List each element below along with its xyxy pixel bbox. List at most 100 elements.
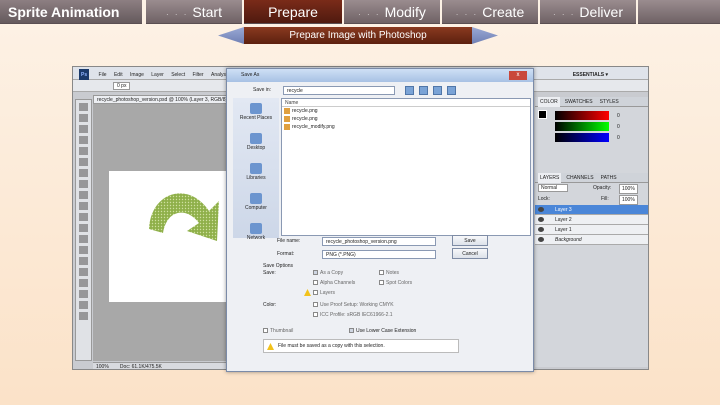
document-canvas[interactable]: [109, 171, 233, 302]
place-desktop[interactable]: Desktop: [233, 131, 279, 158]
spot-colors-checkbox[interactable]: Spot Colors: [379, 279, 412, 287]
color-panel-tabs: COLOR SWATCHES STYLES: [535, 97, 648, 107]
proof-setup-checkbox[interactable]: Use Proof Setup: Working CMYK: [313, 301, 394, 309]
layer-row[interactable]: Layer 2: [535, 215, 648, 225]
color-sliders[interactable]: [551, 109, 613, 144]
blur-tool-icon[interactable]: [79, 235, 88, 243]
step-tab-create[interactable]: · · · Create: [442, 0, 538, 24]
shape-tool-icon[interactable]: [79, 290, 88, 298]
panel-gap: [535, 143, 648, 173]
tab-color[interactable]: COLOR: [538, 97, 560, 107]
layer-name: Layer 3: [555, 207, 572, 213]
step-tab-label: Modify: [384, 4, 426, 20]
brush-tool-icon[interactable]: [79, 180, 88, 188]
thumbnail-checkbox[interactable]: Thumbnail: [263, 327, 293, 335]
view-menu-icon[interactable]: [447, 86, 456, 95]
foreground-color-swatch[interactable]: [538, 110, 547, 119]
tab-channels[interactable]: CHANNELS: [564, 173, 595, 183]
as-copy-checkbox[interactable]: As a Copy: [313, 269, 343, 277]
file-item[interactable]: recycle_modify.png: [282, 123, 530, 131]
warning-message: File must be saved as a copy with this s…: [263, 339, 459, 353]
up-folder-icon[interactable]: [419, 86, 428, 95]
file-name: recycle.png: [292, 108, 318, 114]
place-label: Desktop: [246, 145, 266, 151]
fill-input[interactable]: 100%: [619, 195, 638, 205]
hand-tool-icon[interactable]: [79, 301, 88, 309]
type-tool-icon[interactable]: [79, 268, 88, 276]
dodge-tool-icon[interactable]: [79, 246, 88, 254]
visibility-eye-icon[interactable]: [538, 207, 544, 212]
red-value[interactable]: 0: [617, 111, 620, 122]
layer-row[interactable]: Background: [535, 235, 648, 245]
step-tab-prepare[interactable]: Prepare: [244, 0, 342, 24]
red-slider[interactable]: [555, 111, 609, 120]
file-list[interactable]: Name recycle.png recycle.png recycle_mod…: [281, 98, 531, 236]
notes-checkbox[interactable]: Notes: [379, 269, 399, 277]
zoom-tool-icon[interactable]: [79, 312, 88, 320]
move-tool-icon[interactable]: [79, 103, 88, 111]
opacity-input[interactable]: 100%: [619, 184, 638, 194]
cancel-button[interactable]: Cancel: [452, 248, 488, 259]
place-network[interactable]: Network: [233, 221, 279, 248]
zoom-level[interactable]: 100%: [96, 364, 109, 369]
blue-value[interactable]: 0: [617, 133, 620, 144]
close-button[interactable]: x: [509, 71, 527, 80]
step-tab-start[interactable]: · · · Start: [146, 0, 242, 24]
save-button[interactable]: Save: [452, 235, 488, 246]
warning-icon: [304, 289, 311, 296]
next-arrow-icon[interactable]: [472, 27, 498, 44]
previous-arrow-icon[interactable]: [218, 27, 244, 44]
visibility-eye-icon[interactable]: [538, 217, 544, 222]
magic-wand-tool-icon[interactable]: [79, 136, 88, 144]
place-recent[interactable]: Recent Places: [233, 101, 279, 128]
green-value[interactable]: 0: [617, 122, 620, 133]
eraser-tool-icon[interactable]: [79, 213, 88, 221]
checkbox-icon: [379, 270, 384, 276]
icc-profile-checkbox[interactable]: ICC Profile: sRGB IEC61966-2.1: [313, 311, 393, 319]
place-computer[interactable]: Computer: [233, 191, 279, 218]
column-header-name[interactable]: Name: [282, 99, 530, 107]
step-tab-label: Prepare: [268, 4, 318, 20]
tab-styles[interactable]: STYLES: [598, 97, 621, 107]
visibility-eye-icon[interactable]: [538, 237, 544, 242]
layers-panel-tabs: LAYERS CHANNELS PATHS: [535, 173, 648, 183]
step-tab-modify[interactable]: · · · Modify: [344, 0, 440, 24]
layer-row[interactable]: Layer 1: [535, 225, 648, 235]
healing-tool-icon[interactable]: [79, 169, 88, 177]
feather-input[interactable]: 0 px: [113, 82, 131, 90]
checkbox-icon: [379, 280, 384, 286]
eyedropper-tool-icon[interactable]: [79, 158, 88, 166]
layer-row[interactable]: Layer 3: [535, 205, 648, 215]
new-folder-icon[interactable]: [433, 86, 442, 95]
green-slider[interactable]: [555, 122, 609, 131]
layers-checkbox[interactable]: Layers: [313, 289, 335, 297]
lasso-tool-icon[interactable]: [79, 125, 88, 133]
back-icon[interactable]: [405, 86, 414, 95]
marquee-tool-icon[interactable]: [79, 114, 88, 122]
lowercase-extension-checkbox[interactable]: Use Lower Case Extension: [349, 327, 416, 335]
tab-paths[interactable]: PATHS: [599, 173, 619, 183]
tab-layers[interactable]: LAYERS: [538, 173, 562, 183]
tab-swatches[interactable]: SWATCHES: [563, 97, 595, 107]
save-label: Save:: [263, 270, 276, 276]
blend-mode-select[interactable]: Normal: [538, 184, 569, 192]
gradient-tool-icon[interactable]: [79, 224, 88, 232]
recycle-arrow-icon: [149, 193, 219, 241]
visibility-eye-icon[interactable]: [538, 227, 544, 232]
crop-tool-icon[interactable]: [79, 147, 88, 155]
place-label: Libraries: [246, 175, 266, 181]
step-tab-deliver[interactable]: · · · Deliver: [540, 0, 636, 24]
file-item[interactable]: recycle.png: [282, 115, 530, 123]
alpha-channels-checkbox[interactable]: Alpha Channels: [313, 279, 355, 287]
path-select-tool-icon[interactable]: [79, 279, 88, 287]
pen-tool-icon[interactable]: [79, 257, 88, 265]
file-item[interactable]: recycle.png: [282, 107, 530, 115]
blue-slider[interactable]: [555, 133, 609, 142]
file-name-input[interactable]: recycle_photoshop_version.png: [322, 237, 436, 246]
format-select[interactable]: PNG (*.PNG): [322, 250, 436, 259]
save-in-select[interactable]: recycle: [283, 86, 395, 95]
place-libraries[interactable]: Libraries: [233, 161, 279, 188]
checkbox-icon: [313, 312, 318, 318]
history-brush-tool-icon[interactable]: [79, 202, 88, 210]
stamp-tool-icon[interactable]: [79, 191, 88, 199]
